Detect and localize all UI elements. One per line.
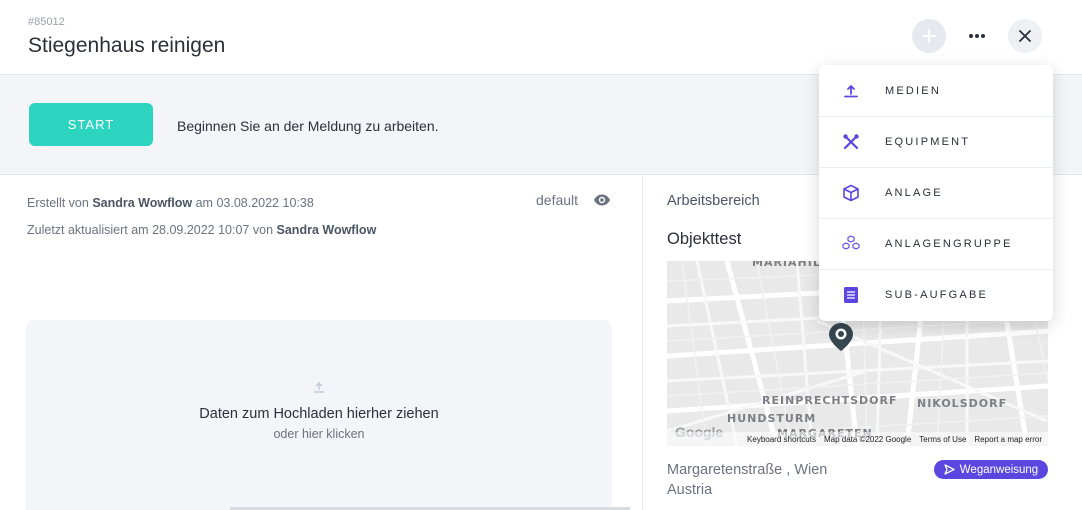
navigation-icon — [944, 464, 955, 475]
cube-icon — [841, 183, 861, 203]
menu-item-label: SUB-AUFGABE — [885, 289, 989, 301]
more-options-button[interactable] — [960, 19, 994, 53]
menu-item-medien[interactable]: MEDIEN — [819, 65, 1053, 116]
created-info: Erstellt von Sandra Wowflow am 03.08.202… — [27, 196, 314, 210]
upload-icon — [841, 81, 861, 101]
updated-by: Sandra Wowflow — [276, 223, 377, 237]
address-line-2: Austria — [667, 482, 713, 498]
map-label-hundsturm: HUNDSTURM — [727, 412, 817, 425]
menu-item-label: EQUIPMENT — [885, 136, 971, 148]
created-prefix: Erstellt von — [27, 196, 89, 210]
map-label-reinprechtsdorf: REINPRECHTSDORF — [762, 394, 898, 407]
ticket-id: #85012 — [28, 16, 65, 28]
upload-icon — [314, 382, 324, 393]
map-terms-link[interactable]: Terms of Use — [919, 435, 966, 444]
map-data-credit: Map data ©2022 Google — [823, 434, 912, 444]
work-area-label: Arbeitsbereich — [667, 193, 760, 209]
page-title: Stiegenhaus reinigen — [28, 34, 226, 57]
cubes-icon — [841, 234, 861, 254]
dropzone-subtitle: oder hier klicken — [273, 427, 365, 441]
map-keyboard-shortcuts[interactable]: Keyboard shortcuts — [747, 435, 816, 444]
updated-at: 28.09.2022 10:07 — [152, 223, 250, 237]
created-mid: am — [195, 196, 213, 210]
eye-icon — [594, 194, 610, 206]
updated-mid: von — [252, 223, 274, 237]
map-footer: Keyboard shortcuts Map data ©2022 Google… — [667, 432, 1048, 446]
map-report-error-link[interactable]: Report a map error — [974, 435, 1042, 444]
close-button[interactable] — [1008, 19, 1042, 53]
menu-item-anlagengruppe[interactable]: ANLAGENGRUPPE — [819, 218, 1053, 269]
upload-dropzone[interactable]: Daten zum Hochladen hierher ziehen oder … — [26, 320, 612, 510]
map-label-mariahilf: MARIAHILF — [752, 261, 830, 269]
visibility-toggle[interactable] — [593, 193, 611, 212]
menu-item-equipment[interactable]: EQUIPMENT — [819, 116, 1053, 167]
address-line-1: Margaretenstraße , Wien — [667, 462, 828, 478]
menu-item-label: MEDIEN — [885, 84, 941, 97]
view-label: default — [536, 192, 579, 208]
ellipsis-icon — [969, 34, 985, 38]
directions-button[interactable]: Weganweisung — [934, 460, 1048, 479]
add-button[interactable] — [912, 19, 946, 53]
dropzone-title: Daten zum Hochladen hierher ziehen — [199, 406, 439, 422]
directions-label: Weganweisung — [959, 463, 1039, 476]
start-button[interactable]: START — [29, 103, 153, 146]
close-icon — [1019, 30, 1031, 42]
updated-prefix: Zuletzt aktualisiert am — [27, 223, 149, 237]
menu-item-label: ANLAGENGRUPPE — [885, 238, 1013, 250]
list-icon — [841, 285, 861, 305]
map-label-nikolsdorf: NIKOLSDORF — [917, 397, 1008, 410]
task-header: #85012 Stiegenhaus reinigen — [0, 0, 1082, 75]
created-by: Sandra Wowflow — [92, 196, 193, 210]
menu-item-anlage[interactable]: ANLAGE — [819, 167, 1053, 218]
column-divider — [642, 176, 643, 510]
created-at: 03.08.2022 10:38 — [216, 196, 314, 210]
start-hint: Beginnen Sie an der Meldung zu arbeiten. — [177, 118, 439, 134]
object-name: Objekttest — [667, 230, 742, 248]
updated-info: Zuletzt aktualisiert am 28.09.2022 10:07… — [27, 223, 376, 237]
tools-icon — [841, 132, 861, 152]
plus-icon — [922, 29, 936, 43]
add-menu: MEDIEN EQUIPMENT ANLAGE ANLAGENGRUPPE SU… — [819, 65, 1053, 321]
menu-item-sub-aufgabe[interactable]: SUB-AUFGABE — [819, 269, 1053, 320]
menu-item-label: ANLAGE — [885, 187, 943, 199]
